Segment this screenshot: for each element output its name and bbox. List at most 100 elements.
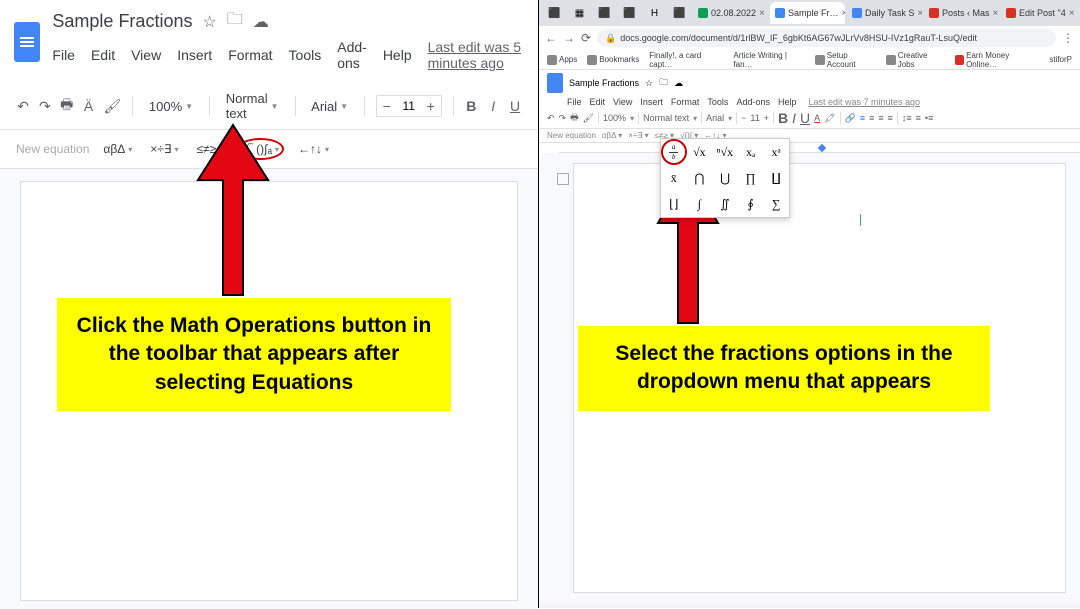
tab-spacer[interactable]: H [643,3,666,23]
cloud-icon[interactable]: ☁ [253,12,269,32]
tab-spacer[interactable]: ▦ [568,3,591,23]
union-option[interactable]: ⋃ [712,165,738,191]
browser-tab[interactable]: 02.08.2022× [693,2,768,24]
new-equation-label[interactable]: New equation [16,142,89,156]
bookmark-item[interactable]: Earn Money Online… [955,51,1040,69]
superscript-option[interactable]: xᵃ [763,139,789,165]
undo-icon[interactable]: ↶ [547,113,555,124]
bullet-list-icon[interactable]: •≡ [925,113,933,123]
underline-button[interactable]: U [508,95,522,117]
menu-edit[interactable]: Edit [590,97,606,107]
style-dropdown[interactable]: Normal text [643,113,689,123]
menu-format[interactable]: Format [671,97,700,107]
spellcheck-icon[interactable]: Ä [82,95,96,117]
menu-view[interactable]: View [613,97,632,107]
decrease-font-icon[interactable]: − [377,96,397,116]
menu-tools[interactable]: Tools [289,47,322,63]
font-dropdown[interactable]: Arial▼ [306,97,353,116]
zoom-dropdown[interactable]: 100%▼ [144,97,198,116]
italic-button[interactable]: I [486,95,500,117]
menu-addons[interactable]: Add-ons [337,39,367,71]
move-icon[interactable]: 🗀 [659,75,668,91]
browser-tab[interactable]: Daily Task S× [847,2,922,24]
tab-spacer[interactable]: ⬛ [618,3,641,23]
underline-button[interactable]: U [800,110,810,126]
ruler[interactable] [559,143,1080,153]
bookmark-item[interactable]: stiforP [1049,55,1072,64]
forward-icon[interactable]: → [563,31,575,45]
print-icon[interactable]: 🖶 [570,110,579,126]
bookmark-item[interactable]: Creative Jobs [886,51,944,69]
list-icon[interactable]: ≡ [916,113,921,123]
bookmark-item[interactable]: Bookmarks [587,55,639,65]
highlight-button[interactable]: 🖍 [824,113,835,124]
move-icon[interactable]: 🗀 [227,8,243,35]
integral-option[interactable]: ∫ [687,191,713,217]
contour-integral-option[interactable]: ∮ [738,191,764,217]
align-left-icon[interactable]: ≡ [860,113,865,123]
coproduct-option[interactable]: ∐ [763,165,789,191]
subscript-option[interactable]: xₐ [738,139,764,165]
nth-root-option[interactable]: ⁿ√x [712,139,738,165]
intersection-option[interactable]: ⋂ [687,165,713,191]
browser-tab[interactable]: Edit Post "4× [1001,2,1076,24]
link-icon[interactable]: 🔗 [845,113,856,124]
fraction-option[interactable]: ab [661,139,687,165]
menu-insert[interactable]: Insert [177,47,212,63]
font-dropdown[interactable]: Arial [706,113,724,123]
align-justify-icon[interactable]: ≡ [888,113,893,123]
style-dropdown[interactable]: Normal text▼ [221,89,284,123]
increase-font-icon[interactable]: + [421,96,441,116]
line-spacing-icon[interactable]: ↕≡ [902,113,912,123]
greek-letters-button[interactable]: αβΔ ▾ [602,131,622,140]
font-size-inc[interactable]: + [764,113,769,123]
arrows-button[interactable]: ←↑↓▾ [294,140,333,158]
bookmark-item[interactable]: Article Writing | fan… [733,51,805,69]
floor-option[interactable]: ⌊⌋ [661,191,687,217]
google-docs-icon[interactable] [14,22,40,62]
url-field[interactable]: 🔒 docs.google.com/document/d/1rlBW_IF_6g… [597,29,1056,47]
extensions-icon[interactable]: ⋮ [1062,31,1074,45]
star-icon[interactable]: ☆ [645,78,653,89]
tab-spacer[interactable]: ⬛ [543,3,566,23]
zoom-dropdown[interactable]: 100% [603,113,626,123]
last-edit-text[interactable]: Last edit was 7 minutes ago [808,97,920,107]
browser-tab-active[interactable]: Sample Fr…× [770,2,845,24]
menu-help[interactable]: Help [778,97,797,107]
menu-file[interactable]: File [52,47,75,63]
redo-icon[interactable]: ↷ [38,95,52,117]
menu-file[interactable]: File [567,97,582,107]
cloud-icon[interactable]: ☁ [674,78,683,89]
overline-option[interactable]: x̄ [661,165,687,191]
font-size-dec[interactable]: − [741,113,746,123]
misc-ops-button[interactable]: ×÷∃▾ [146,140,182,158]
misc-ops-button[interactable]: ×÷∃ ▾ [628,131,648,140]
font-size-value[interactable]: 11 [750,113,759,123]
font-size-control[interactable]: − 11 + [376,95,442,117]
back-icon[interactable]: ← [545,31,557,45]
document-title[interactable]: Sample Fractions [52,11,192,32]
reload-icon[interactable]: ⟳ [581,31,591,45]
align-right-icon[interactable]: ≡ [878,113,883,123]
paint-format-icon[interactable]: 🖌 [104,95,122,117]
menu-help[interactable]: Help [383,47,412,63]
menu-format[interactable]: Format [228,47,272,63]
star-icon[interactable]: ☆ [202,12,216,32]
bold-button[interactable]: B [464,95,478,117]
greek-letters-button[interactable]: αβΔ▾ [99,140,136,158]
text-color-button[interactable]: A [814,113,820,123]
menu-tools[interactable]: Tools [707,97,728,107]
menu-insert[interactable]: Insert [640,97,663,107]
italic-button[interactable]: I [792,110,796,126]
double-integral-option[interactable]: ∬ [712,191,738,217]
google-docs-icon[interactable] [547,73,563,93]
bold-button[interactable]: B [778,110,788,126]
undo-icon[interactable]: ↶ [16,95,30,117]
menu-addons[interactable]: Add-ons [736,97,770,107]
new-equation-label[interactable]: New equation [547,131,596,140]
tab-spacer[interactable]: ⬛ [668,3,691,23]
redo-icon[interactable]: ↷ [559,113,567,124]
sqrt-option[interactable]: √x [687,139,713,165]
last-edit-text[interactable]: Last edit was 5 minutes ago [428,39,524,71]
bookmark-item[interactable]: Apps [547,55,577,65]
